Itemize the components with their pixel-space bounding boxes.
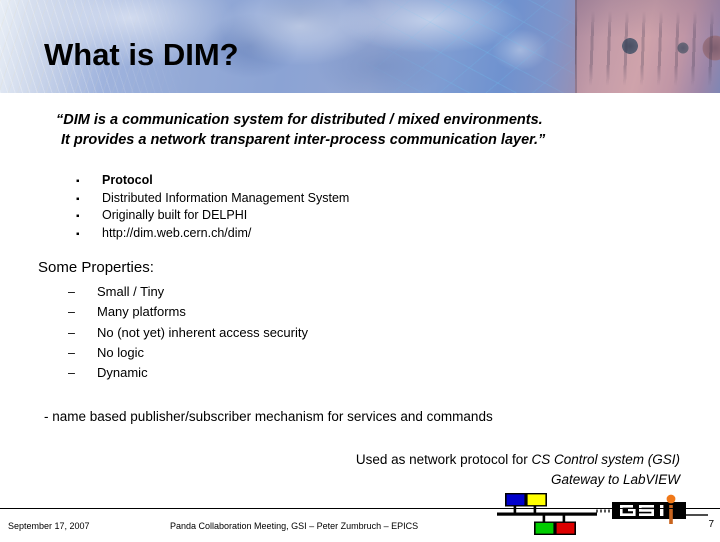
footer-divider	[0, 508, 720, 509]
footer-meeting-info: Panda Collaboration Meeting, GSI – Peter…	[170, 521, 419, 531]
quote-line-2: It provides a network transparent inter-…	[61, 132, 546, 148]
square-bullet-icon: ▪	[76, 176, 80, 187]
dim-definition-quote: “DIM is a communication system for distr…	[56, 110, 686, 150]
dash-bullet-icon: –	[68, 305, 75, 320]
list-item: – No (not yet) inherent access security	[62, 323, 582, 343]
dash-bullet-icon: –	[68, 345, 75, 360]
list-item: – Many platforms	[62, 302, 582, 322]
usage-note-emphasis: CS Control system (GSI)	[531, 452, 680, 467]
list-item-label: Small / Tiny	[97, 284, 165, 299]
dash-bullet-icon: –	[68, 366, 75, 381]
list-item: – Small / Tiny	[62, 282, 582, 302]
cs-control-system-logo	[497, 492, 597, 537]
square-bullet-icon: ▪	[76, 228, 80, 240]
list-item-label: Protocol	[102, 173, 153, 187]
list-item: – No logic	[62, 343, 582, 363]
list-item: ▪ Protocol	[68, 172, 628, 190]
banner-accelerator-photo-detail	[575, 0, 720, 93]
footer-date: September 17, 2007	[8, 521, 90, 531]
slide-header-banner: What is DIM?	[0, 0, 720, 93]
quote-line-1: “DIM is a communication system for distr…	[56, 112, 543, 128]
dash-bullet-icon: –	[68, 325, 75, 340]
publisher-subscriber-note: - name based publisher/subscriber mechan…	[44, 409, 493, 424]
list-item: ▪ Originally built for DELPHI	[68, 207, 628, 225]
page-title: What is DIM?	[44, 37, 239, 72]
list-item: – Dynamic	[62, 363, 582, 383]
usage-note-line-1: Used as network protocol for CS Control …	[356, 452, 680, 467]
usage-note-plain: Used as network protocol for	[355, 452, 532, 467]
square-bullet-icon: ▪	[76, 211, 80, 222]
footer-page-number: 7	[708, 519, 714, 530]
gsi-logo	[596, 494, 708, 528]
list-item: ▪ http://dim.web.cern.ch/dim/	[68, 225, 628, 243]
properties-list: – Small / Tiny – Many platforms – No (no…	[62, 282, 582, 383]
dim-website-link[interactable]: http://dim.web.cern.ch/dim/	[102, 225, 251, 243]
square-bullet-icon: ▪	[76, 193, 80, 205]
list-item: ▪ Distributed Information Management Sys…	[68, 190, 628, 208]
dash-bullet-icon: –	[68, 285, 75, 299]
dim-facts-list: ▪ Protocol ▪ Distributed Information Man…	[68, 172, 628, 242]
usage-note-line-2: Gateway to LabVIEW	[550, 472, 680, 487]
list-item-label: Many platforms	[97, 304, 186, 320]
list-item-label: No (not yet) inherent access security	[97, 324, 308, 340]
list-item-label: No logic	[97, 344, 144, 360]
list-item-label: Distributed Information Management Syste…	[102, 190, 350, 205]
list-item-label: Dynamic	[97, 365, 148, 381]
some-properties-heading: Some Properties:	[38, 259, 154, 276]
list-item-label: Originally built for DELPHI	[102, 208, 248, 222]
